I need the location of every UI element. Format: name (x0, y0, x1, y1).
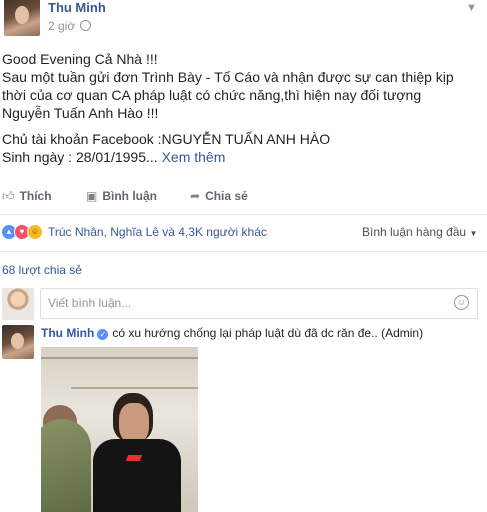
post-paragraph: Sau một tuần gửi đơn Trình Bày - Tố Cáo … (2, 69, 454, 121)
comment-line: Thu Minh ✓ có xu hướng chống lại pháp luật… (41, 326, 423, 340)
post-timestamp[interactable]: 2 giờ (48, 19, 92, 33)
comment-bubble-icon: ▣ (86, 189, 98, 203)
share-count[interactable]: 68 lượt chia sẻ (2, 263, 82, 277)
author-avatar[interactable] (4, 0, 40, 36)
comment-sort-dropdown[interactable]: Bình luận hàng đầu ▼ (362, 225, 477, 239)
photo-officer-uniform (41, 419, 91, 512)
comment-sort-label: Bình luận hàng đầu (362, 225, 467, 239)
reaction-names[interactable]: Trúc Nhân, Nghĩa Lê và 4,3K người khác (48, 225, 267, 239)
verified-badge-icon: ✓ (97, 329, 109, 340)
share-button[interactable]: ➦ Chia sẻ (190, 189, 248, 203)
haha-reaction-icon[interactable]: ☺ (27, 224, 43, 240)
commenter-avatar[interactable] (2, 325, 34, 359)
thumbs-up-icon: 👍︎ (2, 189, 15, 203)
share-arrow-icon: ➦ (190, 189, 201, 203)
comment-item: Thu Minh ✓ có xu hướng chống lại pháp luật… (0, 323, 487, 512)
photo-shirt-logo (125, 455, 143, 461)
reactions-row: ▲ ♥ ☺ Trúc Nhân, Nghĩa Lê và 4,3K người … (0, 222, 487, 244)
comment-text: có xu hướng chống lại pháp luật dù đã dc… (112, 326, 424, 340)
post-account-line: Chủ tài khoản Facebook :NGUYỄN TUẤN ANH … (2, 131, 331, 147)
chevron-down-icon[interactable]: ▼ (466, 2, 477, 14)
post-header: Thu Minh 2 giờ ▼ (0, 0, 487, 38)
photo-person-shirt (93, 439, 181, 512)
action-bar: 👍︎ Thích ▣ Bình luận ➦ Chia sẻ (0, 183, 487, 211)
post-birthdate-line: Sinh ngày : 28/01/1995... Xem thêm (2, 148, 472, 166)
comment-button[interactable]: ▣ Bình luận (86, 189, 157, 203)
smiley-icon[interactable]: ☺ (454, 295, 469, 310)
photo-shelf (71, 387, 198, 389)
caret-down-icon: ▼ (469, 229, 478, 238)
comment-input-wrapper[interactable]: ☺ (40, 288, 478, 319)
post-body: Good Evening Cả Nhà !!! Sau một tuần gửi… (2, 50, 472, 166)
see-more-link[interactable]: Xem thêm (162, 149, 226, 165)
current-user-avatar (2, 288, 34, 320)
photo-person-face (119, 403, 149, 443)
like-button[interactable]: 👍︎ Thích (2, 189, 52, 204)
comment-label: Bình luận (102, 189, 158, 203)
comment-input[interactable] (41, 289, 438, 316)
post-time-text[interactable]: 2 giờ (48, 19, 75, 33)
like-label: Thích (19, 189, 52, 203)
post-greeting: Good Evening Cả Nhà !!! (2, 51, 158, 67)
comment-composer: ☺ (0, 286, 487, 320)
photo-shelf (41, 357, 198, 359)
comment-photo[interactable] (41, 347, 198, 512)
post-author-name[interactable]: Thu Minh (48, 0, 106, 15)
divider (0, 214, 487, 215)
post-birthdate: Sinh ngày : 28/01/1995... (2, 149, 158, 165)
divider (0, 251, 487, 252)
share-label: Chia sẻ (205, 189, 248, 203)
globe-icon (80, 20, 92, 31)
comment-author[interactable]: Thu Minh (41, 326, 94, 340)
